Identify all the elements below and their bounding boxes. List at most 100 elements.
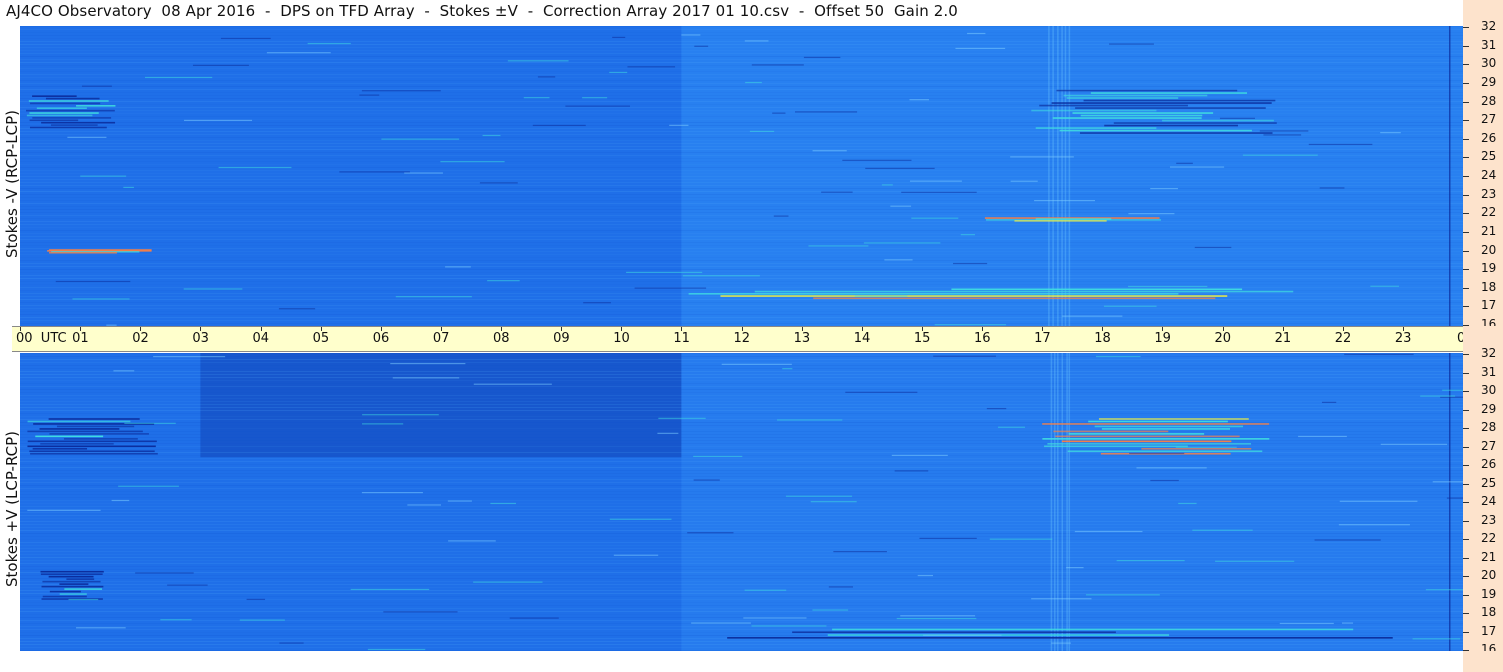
heatmap-streak — [482, 134, 501, 137]
heatmap-streak — [239, 619, 285, 621]
heatmap-streak — [901, 191, 977, 193]
heatmap-stripe — [20, 395, 1463, 396]
freq-tick — [1463, 428, 1469, 429]
heatmap-feature — [1044, 445, 1188, 448]
heatmap-feature — [1059, 129, 1252, 132]
time-tick-label: 07 — [432, 331, 450, 346]
heatmap-feature — [27, 440, 157, 443]
heatmap-streak — [1432, 481, 1463, 483]
heatmap-stripe — [20, 29, 1463, 30]
heatmap-streak — [694, 45, 709, 47]
heatmap-streak — [183, 288, 243, 290]
heatmap-feature — [1066, 97, 1179, 99]
heatmap-feature — [36, 107, 87, 110]
heatmap-stripe — [20, 533, 1463, 534]
freq-tick — [1463, 465, 1469, 466]
freq-tick — [1463, 194, 1469, 196]
heatmap-stripe — [20, 173, 1463, 174]
heatmap-feature — [30, 452, 158, 455]
heatmap-streak — [687, 532, 734, 534]
heatmap-streak — [745, 81, 762, 84]
freq-tick — [1463, 557, 1469, 559]
heatmap-stripe — [20, 527, 1463, 528]
heatmap-feature — [59, 583, 89, 585]
heatmap-stripe — [20, 302, 1463, 303]
freq-tick — [1463, 502, 1469, 503]
heatmap-streak — [919, 537, 977, 539]
heatmap-stripe — [20, 263, 1463, 264]
heatmap-streak — [1420, 395, 1456, 397]
heatmap-stripe — [20, 191, 1463, 192]
heatmap-stripe — [20, 242, 1463, 243]
heatmap-streak — [1129, 452, 1185, 455]
heatmap-streak — [123, 186, 134, 189]
heatmap-feature — [29, 119, 79, 122]
heatmap-stripe — [20, 359, 1463, 360]
heatmap-feature — [49, 251, 117, 254]
heatmap-streak — [68, 598, 99, 601]
heatmap-stripe — [20, 581, 1463, 582]
freq-axis-cap-bottom — [1463, 651, 1503, 672]
heatmap-streak — [67, 136, 107, 138]
heatmap-stripe — [20, 26, 1463, 27]
heatmap-stripe — [20, 467, 1463, 468]
heatmap-streak — [785, 495, 853, 497]
heatmap-stripe — [20, 221, 1463, 222]
heatmap-feature — [42, 580, 101, 583]
heatmap-stripe — [20, 176, 1463, 177]
heatmap-feature — [720, 295, 1228, 297]
heatmap-stripe — [20, 179, 1463, 180]
freq-tick — [1463, 576, 1469, 577]
heatmap-streak — [404, 172, 443, 174]
heatmap-streak — [392, 377, 460, 379]
heatmap-feature — [1075, 107, 1266, 109]
heatmap-stripe — [20, 536, 1463, 537]
heatmap-stripe — [20, 608, 1463, 609]
heatmap-stripe — [20, 104, 1463, 105]
heatmap-streak — [1219, 117, 1256, 119]
heatmap-stripe — [20, 260, 1463, 261]
heatmap-feature — [1079, 132, 1273, 134]
heatmap-stripe — [20, 488, 1463, 489]
heatmap-feature — [35, 435, 104, 438]
heatmap-stripe — [20, 371, 1463, 372]
time-tick-label: 00 UTC — [16, 331, 67, 346]
heatmap-stripe — [20, 389, 1463, 390]
time-tick-label: 02 — [132, 331, 149, 346]
heatmap-stripe — [20, 407, 1463, 408]
heatmap-feature — [56, 425, 135, 428]
heatmap-stripe — [20, 35, 1463, 36]
freq-tick-label: 22 — [1481, 205, 1497, 220]
heatmap-streak — [1116, 559, 1185, 562]
spectrogram-bottom-svg — [20, 353, 1463, 651]
heatmap-feature — [32, 95, 77, 97]
heatmap-stripe — [20, 497, 1463, 498]
heatmap-streak — [362, 423, 404, 425]
heatmap-stripe — [20, 641, 1463, 642]
heatmap-stripe — [20, 410, 1463, 411]
heatmap-streak — [220, 37, 271, 40]
heatmap-stripe — [20, 380, 1463, 381]
heatmap-streak — [473, 383, 552, 385]
freq-tick — [1463, 539, 1469, 540]
heatmap-stripe — [20, 521, 1463, 522]
heatmap-feature — [1051, 102, 1272, 104]
heatmap-streak — [490, 502, 517, 505]
heatmap-stripe — [20, 479, 1463, 480]
heatmap-stripe — [20, 143, 1463, 144]
heatmap-stripe — [20, 398, 1463, 399]
heatmap-feature — [1094, 425, 1244, 428]
heatmap-streak — [693, 479, 720, 481]
heatmap-feature — [32, 117, 112, 119]
heatmap-streak — [821, 191, 853, 193]
time-tick-label: 06 — [372, 331, 390, 346]
freq-tick — [1463, 409, 1469, 411]
heatmap-streak — [863, 242, 941, 244]
heatmap-feature — [26, 109, 115, 112]
chart-title: AJ4CO Observatory 08 Apr 2016 - DPS on T… — [6, 2, 958, 20]
heatmap-feature — [66, 578, 95, 580]
freq-tick — [1463, 306, 1469, 308]
heatmap-streak — [407, 504, 441, 506]
heatmap-feature — [1063, 94, 1208, 97]
heatmap-streak — [1103, 305, 1157, 307]
